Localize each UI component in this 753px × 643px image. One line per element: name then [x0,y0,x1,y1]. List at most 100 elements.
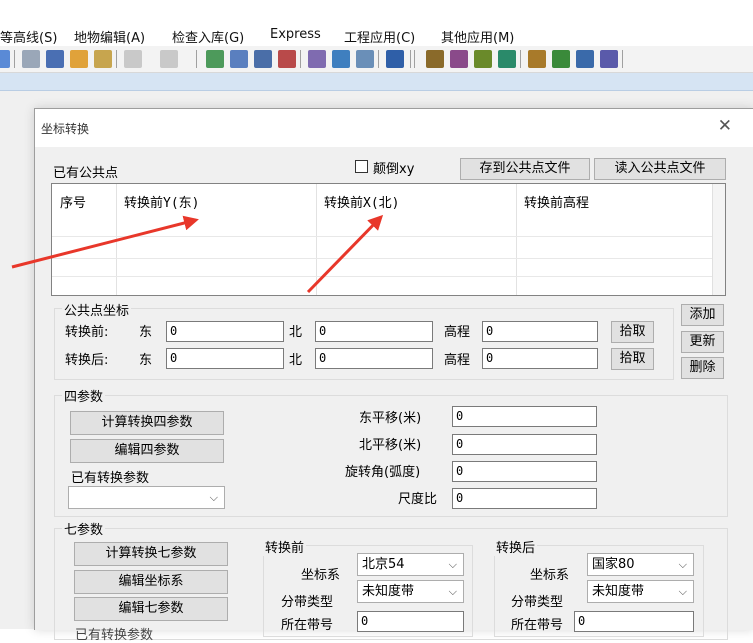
after-zone-type-value: 未知度带 [592,584,645,599]
north-shift-label: 北平移(米) [359,438,422,453]
column-header-elevation[interactable]: 转换前高程 [524,192,589,211]
before-zone-type-select[interactable]: 未知度带 ⌵ [357,580,464,603]
menu-check-import[interactable]: 检查入库(G) [172,27,244,46]
after-north-input[interactable]: 0 [315,348,433,369]
paste-icon[interactable] [70,50,88,68]
row-divider [52,276,715,277]
existing-params-select[interactable]: ⌵ [68,486,225,509]
menu-feature-edit[interactable]: 地物编辑(A) [74,27,145,46]
menu-other[interactable]: 其他应用(M) [441,27,514,46]
row-divider [52,258,715,259]
chevron-down-icon: ⌵ [678,558,687,571]
existing-params-label: 已有转换参数 [71,471,150,486]
pick-before-button[interactable]: 拾取 [611,321,654,343]
add-button[interactable]: 添加 [681,304,724,326]
survey-tool-1-icon[interactable] [426,50,444,68]
load-common-points-button[interactable]: 读入公共点文件 [594,158,726,180]
after-coord-sys-label: 坐标系 [530,568,570,583]
column-header-index[interactable]: 序号 [60,192,86,211]
survey-tool-6-icon[interactable] [552,50,570,68]
column-header-north[interactable]: 转换前X(北) [324,192,399,211]
properties-icon[interactable] [308,50,326,68]
after-coord-sys-select[interactable]: 国家80 ⌵ [587,553,694,576]
column-divider [516,184,517,295]
drawing-tab-strip [0,73,753,91]
copy-icon[interactable] [46,50,64,68]
undo-icon[interactable] [124,50,142,68]
common-point-coords-group [54,308,674,380]
menu-engineering[interactable]: 工程应用(C) [344,27,415,46]
survey-tool-3-icon[interactable] [474,50,492,68]
toolbar-separator [622,50,623,68]
edit-four-param-button[interactable]: 编辑四参数 [70,439,224,463]
after-east-input[interactable]: 0 [166,348,284,369]
rotation-label: 旋转角(弧度) [345,465,421,480]
east-shift-input[interactable]: 0 [452,406,597,427]
edit-seven-param-button[interactable]: 编辑七参数 [74,597,228,621]
rotation-input[interactable]: 0 [452,461,597,482]
after-coord-sys-value: 国家80 [592,557,635,572]
zoom-window-icon[interactable] [254,50,272,68]
save-common-points-button[interactable]: 存到公共点文件 [460,158,590,180]
delete-button[interactable]: 删除 [681,357,724,379]
before-zone-type-label: 分带类型 [281,595,334,610]
survey-tool-7-icon[interactable] [576,50,594,68]
survey-tool-8-icon[interactable] [600,50,618,68]
design-center-icon[interactable] [332,50,350,68]
toolbar-separator [414,50,415,68]
north-shift-input[interactable]: 0 [452,434,597,455]
column-header-east[interactable]: 转换前Y(东) [124,192,199,211]
column-divider [316,184,317,295]
before-coord-sys-select[interactable]: 北京54 ⌵ [357,553,464,576]
toolbar-separator [196,50,197,68]
tool-palette-icon[interactable] [356,50,374,68]
before-east-input[interactable]: 0 [166,321,284,342]
pan-icon[interactable] [206,50,224,68]
before-north-label: 北 [289,325,303,340]
toolbar-separator [520,50,521,68]
after-transform-title: 转换后 [494,537,538,556]
table-scrollbar[interactable] [712,184,725,295]
four-param-title: 四参数 [62,386,106,405]
menu-express[interactable]: Express [270,27,321,42]
after-north-label: 北 [289,353,303,368]
flip-xy-checkbox[interactable] [355,160,368,173]
pick-after-button[interactable]: 拾取 [611,348,654,370]
before-elev-input[interactable]: 0 [482,321,598,342]
help-icon-2[interactable] [386,50,404,68]
chevron-down-icon: ⌵ [678,585,687,598]
help-icon[interactable] [0,50,10,68]
before-elev-label: 高程 [444,325,471,340]
scale-input[interactable]: 0 [452,488,597,509]
before-transform-title: 转换前 [263,537,307,556]
toolbar-separator [116,50,117,68]
survey-tool-2-icon[interactable] [450,50,468,68]
calc-four-param-button[interactable]: 计算转换四参数 [70,411,224,435]
update-button[interactable]: 更新 [681,331,724,353]
survey-tool-4-icon[interactable] [498,50,516,68]
menu-contour[interactable]: 等高线(S) [0,27,57,46]
toolbar-separator [14,50,15,68]
chevron-down-icon: ⌵ [448,558,457,571]
brush-icon[interactable] [94,50,112,68]
chevron-down-icon: ⌵ [448,585,457,598]
calc-seven-param-button[interactable]: 计算转换七参数 [74,542,228,566]
scissors-icon[interactable] [22,50,40,68]
before-north-input[interactable]: 0 [315,321,433,342]
before-zone-type-value: 未知度带 [362,584,415,599]
before-east-label: 东 [139,325,153,340]
close-icon[interactable]: ✕ [718,116,732,136]
edit-coord-system-button[interactable]: 编辑坐标系 [74,570,228,594]
toolbar-separator [410,50,411,68]
common-point-coords-title: 公共点坐标 [62,300,132,319]
zoom-realtime-icon[interactable] [230,50,248,68]
after-elev-input[interactable]: 0 [482,348,598,369]
seven-param-title: 七参数 [62,519,106,538]
zoom-previous-icon[interactable] [278,50,296,68]
common-points-table[interactable]: 序号 转换前Y(东) 转换前X(北) 转换前高程 [51,183,726,296]
east-shift-label: 东平移(米) [359,411,422,426]
redo-icon[interactable] [160,50,178,68]
after-zone-type-select[interactable]: 未知度带 ⌵ [587,580,694,603]
menu-bar: 等高线(S) 地物编辑(A) 检查入库(G) Express 工程应用(C) 其… [0,24,753,46]
survey-tool-5-icon[interactable] [528,50,546,68]
